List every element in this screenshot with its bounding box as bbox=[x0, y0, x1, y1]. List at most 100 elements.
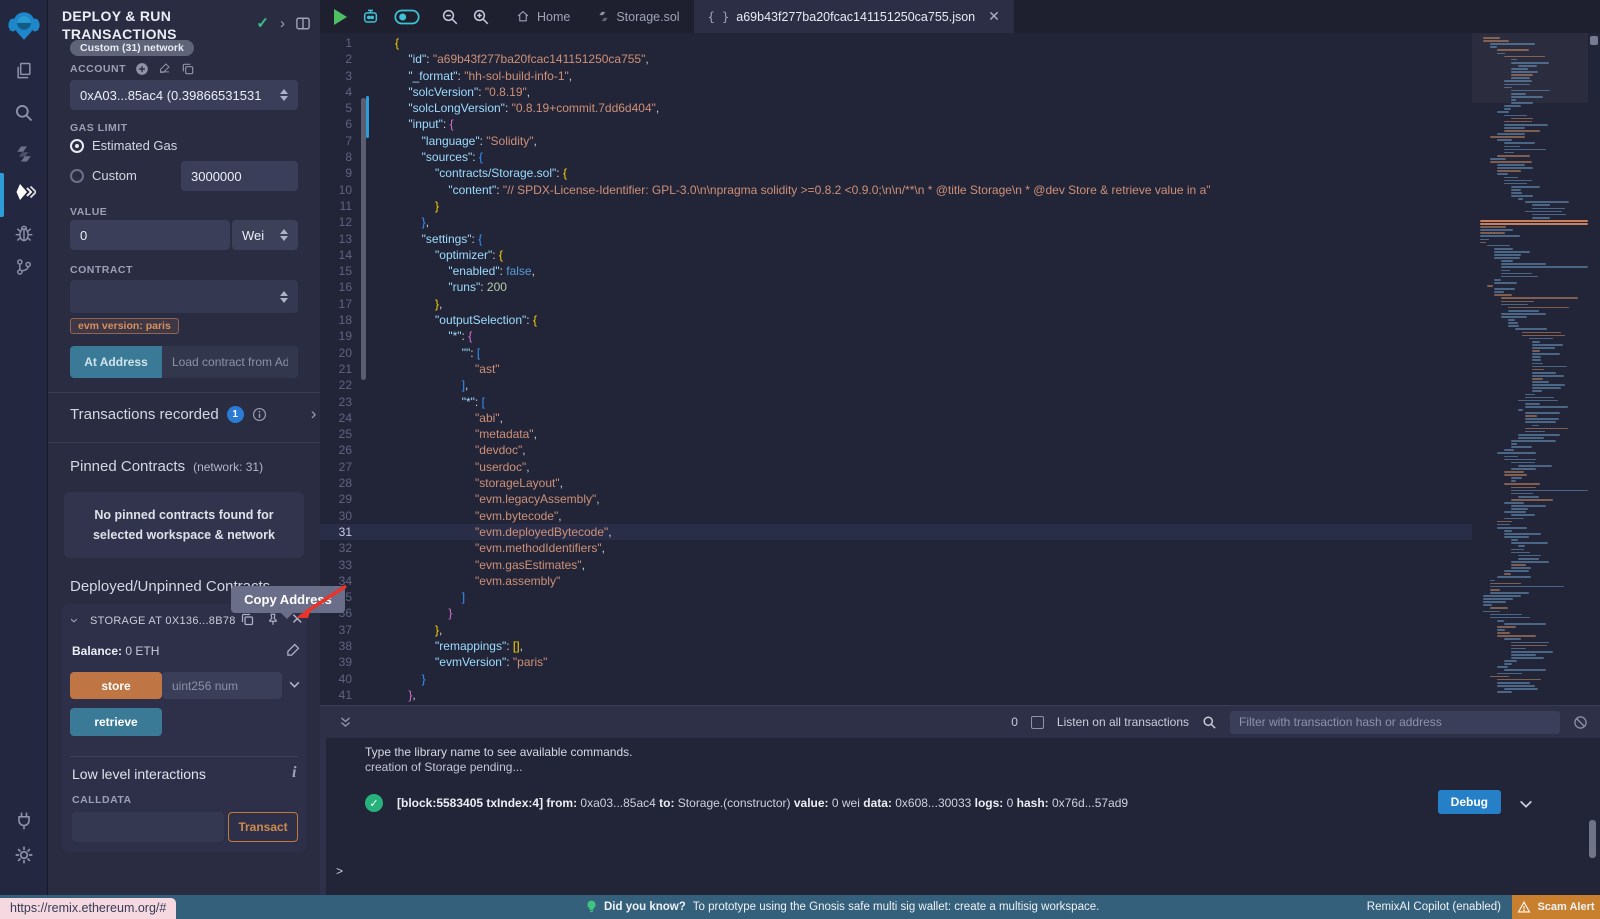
close-tab-icon[interactable]: ✕ bbox=[988, 8, 1000, 25]
zoom-out-icon[interactable] bbox=[441, 8, 459, 26]
store-button[interactable]: store bbox=[70, 672, 162, 699]
code-line[interactable]: 23 "*": [ bbox=[320, 394, 1472, 410]
code-line[interactable]: 1{ bbox=[320, 35, 1472, 51]
deploy-and-run-icon[interactable] bbox=[0, 178, 48, 208]
code-line[interactable]: 33 "evm.gasEstimates", bbox=[320, 557, 1472, 573]
copy-address-icon[interactable] bbox=[240, 612, 255, 627]
expand-transactions-icon[interactable]: › bbox=[311, 404, 317, 424]
code-line[interactable]: 41 }, bbox=[320, 687, 1472, 703]
copilot-toggle[interactable] bbox=[394, 9, 420, 25]
expand-args-icon[interactable] bbox=[288, 678, 301, 691]
code-line[interactable]: 5 "solcLongVersion": "0.8.19+commit.7dd6… bbox=[320, 100, 1472, 116]
panel-scrollbar[interactable] bbox=[361, 98, 366, 380]
code-line[interactable]: 37 }, bbox=[320, 622, 1472, 638]
search-icon[interactable] bbox=[0, 98, 48, 128]
code-line[interactable]: 6 "input": { bbox=[320, 116, 1472, 132]
code-line[interactable]: 38 "remappings": [], bbox=[320, 638, 1472, 654]
collapse-panel-icon[interactable]: › bbox=[280, 15, 285, 32]
collapse-instance-icon[interactable]: › bbox=[66, 618, 83, 623]
tab-home[interactable]: Home bbox=[502, 0, 584, 33]
terminal-output[interactable]: Type the library name to see available c… bbox=[320, 738, 1600, 896]
pin-contract-icon[interactable] bbox=[266, 612, 280, 627]
tab-build-info-json[interactable]: { } a69b43f277ba20fcac141151250ca755.jso… bbox=[694, 0, 1014, 33]
code-line[interactable]: 22 ], bbox=[320, 377, 1472, 393]
copy-account-icon[interactable] bbox=[181, 62, 195, 76]
editor-scrollbar-thumb[interactable] bbox=[1590, 36, 1598, 45]
calldata-input[interactable] bbox=[72, 812, 224, 842]
code-line[interactable]: 12 }, bbox=[320, 214, 1472, 230]
code-line[interactable]: 4 "solcVersion": "0.8.19", bbox=[320, 84, 1472, 100]
copilot-status[interactable]: RemixAI Copilot (enabled) bbox=[1367, 895, 1501, 919]
code-editor[interactable]: 1{2 "id": "a69b43f277ba20fcac141151250ca… bbox=[320, 33, 1600, 705]
account-select[interactable]: 0xA03...85ac4 (0.39866531531 bbox=[70, 80, 298, 110]
debugger-icon[interactable] bbox=[0, 218, 48, 248]
code-line[interactable]: 14 "optimizer": { bbox=[320, 247, 1472, 263]
code-line[interactable]: 31 "evm.deployedBytecode", bbox=[320, 524, 1472, 540]
code-line[interactable]: 39 "evmVersion": "paris" bbox=[320, 654, 1472, 670]
debug-button[interactable]: Debug bbox=[1438, 790, 1501, 814]
solidity-compiler-icon[interactable] bbox=[0, 139, 48, 169]
tab-storage-sol[interactable]: Storage.sol bbox=[584, 0, 693, 33]
code-line[interactable]: 13 "settings": { bbox=[320, 231, 1472, 247]
store-arg-input[interactable] bbox=[162, 672, 282, 699]
code-line[interactable]: 2 "id": "a69b43f277ba20fcac141151250ca75… bbox=[320, 51, 1472, 67]
expand-terminal-icon[interactable] bbox=[338, 715, 353, 729]
clear-console-icon[interactable] bbox=[1573, 715, 1588, 730]
plugin-manager-icon[interactable] bbox=[0, 806, 48, 836]
code-line[interactable]: 34 "evm.assembly" bbox=[320, 573, 1472, 589]
zoom-in-icon[interactable] bbox=[472, 8, 490, 26]
custom-gas-radio[interactable] bbox=[70, 169, 84, 183]
value-input[interactable] bbox=[70, 220, 230, 250]
code-line[interactable]: 29 "evm.legacyAssembly", bbox=[320, 491, 1472, 507]
add-account-icon[interactable] bbox=[135, 62, 149, 76]
code-line[interactable]: 36 } bbox=[320, 605, 1472, 621]
code-line[interactable]: 40 } bbox=[320, 671, 1472, 687]
code-line[interactable]: 25 "metadata", bbox=[320, 426, 1472, 442]
at-address-input[interactable] bbox=[162, 346, 298, 378]
code-line[interactable]: 8 "sources": { bbox=[320, 149, 1472, 165]
value-unit-select[interactable]: Wei bbox=[232, 220, 298, 250]
editor-minimap[interactable] bbox=[1472, 33, 1588, 705]
remix-logo[interactable] bbox=[0, 6, 48, 44]
edit-balance-icon[interactable] bbox=[286, 642, 301, 657]
transaction-log-row[interactable]: ✓ [block:5583405 txIndex:4] from: 0xa03.… bbox=[365, 794, 1565, 812]
retrieve-button[interactable]: retrieve bbox=[70, 708, 162, 736]
file-explorer-icon[interactable] bbox=[0, 56, 48, 86]
ai-assistant-icon[interactable] bbox=[360, 7, 381, 27]
custom-gas-option[interactable]: Custom bbox=[70, 168, 137, 183]
sign-message-icon[interactable] bbox=[158, 62, 172, 76]
code-line[interactable]: 17 }, bbox=[320, 296, 1472, 312]
code-line[interactable]: 11 } bbox=[320, 198, 1472, 214]
pin-panel-icon[interactable] bbox=[296, 17, 310, 30]
expand-tx-icon[interactable] bbox=[1518, 796, 1534, 812]
code-line[interactable]: 15 "enabled": false, bbox=[320, 263, 1472, 279]
contract-select[interactable] bbox=[70, 280, 298, 313]
code-line[interactable]: 3 "_format": "hh-sol-build-info-1", bbox=[320, 68, 1472, 84]
listen-all-checkbox[interactable] bbox=[1031, 716, 1044, 729]
code-line[interactable]: 32 "evm.methodIdentifiers", bbox=[320, 540, 1472, 556]
code-line[interactable]: 26 "devdoc", bbox=[320, 442, 1472, 458]
scam-alert-button[interactable]: Scam Alert bbox=[1512, 895, 1600, 919]
transactions-recorded-row[interactable]: Transactions recorded 1 › bbox=[70, 404, 316, 424]
code-line[interactable]: 18 "outputSelection": { bbox=[320, 312, 1472, 328]
terminal-scrollbar-thumb[interactable] bbox=[1589, 820, 1596, 858]
settings-icon[interactable] bbox=[0, 840, 48, 870]
run-script-icon[interactable] bbox=[334, 9, 347, 25]
estimated-gas-radio[interactable] bbox=[70, 139, 84, 153]
code-line[interactable]: 24 "abi", bbox=[320, 410, 1472, 426]
code-line[interactable]: 19 "*": { bbox=[320, 328, 1472, 344]
at-address-button[interactable]: At Address bbox=[70, 346, 162, 378]
code-line[interactable]: 27 "userdoc", bbox=[320, 459, 1472, 475]
code-line[interactable]: 10 "content": "// SPDX-License-Identifie… bbox=[320, 182, 1472, 198]
transact-button[interactable]: Transact bbox=[228, 812, 298, 842]
source-control-icon[interactable] bbox=[0, 252, 48, 282]
estimated-gas-option[interactable]: Estimated Gas bbox=[70, 138, 177, 153]
low-level-info-icon[interactable]: i bbox=[292, 764, 296, 782]
code-line[interactable]: 35 ] bbox=[320, 589, 1472, 605]
code-line[interactable]: 20 "": [ bbox=[320, 345, 1472, 361]
panel-resize-handle[interactable] bbox=[366, 96, 369, 138]
code-line[interactable]: 30 "evm.bytecode", bbox=[320, 508, 1472, 524]
code-line[interactable]: 16 "runs": 200 bbox=[320, 279, 1472, 295]
terminal-filter-input[interactable] bbox=[1230, 711, 1560, 734]
code-line[interactable]: 7 "language": "Solidity", bbox=[320, 133, 1472, 149]
